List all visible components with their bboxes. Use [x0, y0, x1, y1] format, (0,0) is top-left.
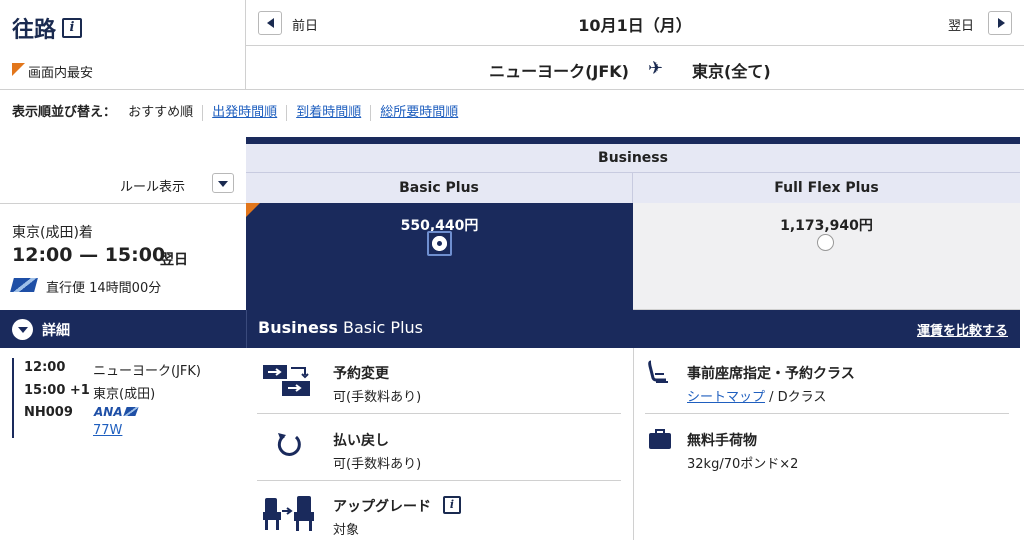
baggage-icon	[649, 429, 671, 449]
baggage-title: 無料手荷物	[687, 433, 757, 449]
refund-icon	[277, 433, 301, 456]
cheapest-flag-icon	[12, 63, 25, 76]
sort-option-recommended[interactable]: おすすめ順	[124, 105, 204, 121]
seat-title: 事前座席指定・予約クラス	[687, 366, 855, 382]
rules-label[interactable]: ルール表示	[120, 176, 185, 195]
fare-column-full-flex-plus: Full Flex Plus	[633, 173, 1020, 203]
change-reservation-icon	[263, 365, 310, 396]
price-full-flex-plus: 1,173,940円	[780, 218, 873, 234]
upgrade-title: アップグレード	[333, 499, 431, 515]
next-day-label[interactable]: 翌日	[948, 15, 974, 34]
segment-arr-airport: 東京(成田)	[93, 387, 156, 402]
route-bar: ニューヨーク(JFK) ✈ 東京(全て)	[246, 46, 1024, 90]
aircraft-link[interactable]: 77W	[93, 423, 122, 438]
fare-radio-selected[interactable]	[427, 231, 452, 256]
route-origin: ニューヨーク(JFK)	[489, 62, 629, 81]
next-day-badge: 翌日	[160, 252, 188, 268]
upgrade-seat-icon	[263, 496, 314, 531]
sort-bar: 表示順並び替え： おすすめ順 出発時間順 到着時間順 総所要時間順	[0, 101, 1024, 127]
change-value: 可(手数料あり)	[333, 390, 422, 405]
detail-label[interactable]: 詳細	[42, 320, 70, 340]
divider	[246, 310, 247, 348]
panel-divider	[633, 348, 634, 540]
chevron-right-icon	[998, 18, 1005, 28]
upgrade-value: 対象	[333, 523, 360, 538]
detail-toggle-icon[interactable]	[12, 319, 33, 340]
sort-option-duration[interactable]: 総所要時間順	[380, 105, 458, 120]
flight-number: NH009	[24, 405, 73, 420]
arrival-airport: 東京(成田)着	[12, 225, 93, 241]
segment-arr-time: 15:00 +1	[24, 383, 90, 398]
next-day-button[interactable]	[988, 11, 1012, 35]
seat-value: シートマップ / Dクラス	[687, 390, 827, 405]
fare-header-strip	[246, 137, 1020, 144]
route-destination: 東京(全て)	[692, 62, 771, 81]
sort-option-arrival[interactable]: 到着時間順	[296, 105, 361, 120]
fare-radio-unselected[interactable]	[817, 234, 834, 251]
rules-toggle-button[interactable]	[212, 173, 234, 193]
refund-value: 可(手数料あり)	[333, 457, 422, 472]
ana-wing-icon	[122, 407, 139, 416]
sort-option-departure[interactable]: 出発時間順	[212, 105, 277, 120]
divider	[645, 413, 1009, 414]
flight-times: 12:00 — 15:00	[12, 244, 166, 266]
segment-dep-time: 12:00	[24, 360, 66, 375]
divider	[257, 413, 621, 414]
upgrade-info-icon[interactable]: i	[443, 496, 461, 514]
direction-title: 往路	[12, 18, 57, 43]
segment-dep-airport: ニューヨーク(JFK)	[93, 364, 201, 379]
selected-fare-title: Business Basic Plus	[258, 318, 423, 337]
cheapest-label: 画面内最安	[28, 66, 94, 81]
cabin-header: Business	[246, 144, 1020, 173]
ana-logo-icon	[10, 278, 38, 292]
detail-bar	[0, 310, 1020, 348]
change-title: 予約変更	[333, 366, 389, 382]
baggage-value: 32kg/70ポンド×2	[687, 457, 799, 472]
info-icon[interactable]: i	[62, 18, 82, 38]
compare-fares-link[interactable]: 運賃を比較する	[917, 320, 1008, 339]
airplane-icon: ✈	[648, 58, 664, 79]
segment-line	[12, 358, 14, 438]
seat-icon	[648, 360, 668, 383]
sort-label: 表示順並び替え：	[12, 105, 117, 120]
fare-column-basic-plus: Basic Plus	[246, 173, 633, 203]
selected-date: 10月1日（月）	[578, 16, 692, 35]
divider	[257, 480, 621, 481]
ana-airline-logo: ANA	[94, 405, 139, 419]
date-navigation-bar: 前日 10月1日（月） 翌日	[246, 0, 1024, 46]
seat-map-link[interactable]: シートマップ	[687, 390, 765, 405]
refund-title: 払い戻し	[333, 433, 389, 449]
nonstop-duration: 直行便 14時間00分	[46, 281, 162, 296]
